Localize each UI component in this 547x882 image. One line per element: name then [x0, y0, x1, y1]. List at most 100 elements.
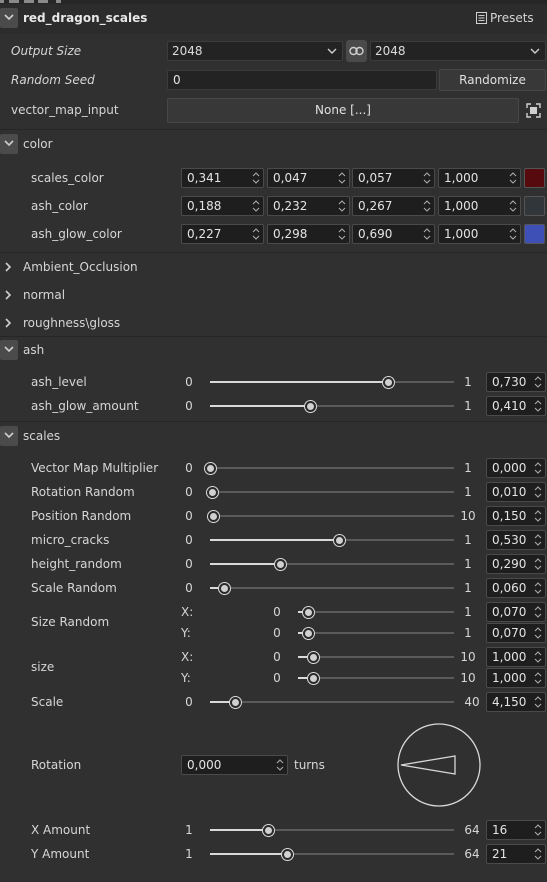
fit-view-icon[interactable] — [526, 103, 541, 118]
x-amount-value-input[interactable]: 16 — [486, 820, 546, 840]
size_random-y-slider-handle[interactable] — [303, 627, 315, 639]
color-a-input[interactable]: 1,000 — [438, 168, 521, 188]
scales-param-value-input[interactable]: 0,060 — [486, 578, 546, 598]
collapse-color-button[interactable] — [0, 134, 18, 154]
spinner-icon[interactable] — [534, 399, 542, 413]
spinner-icon[interactable] — [534, 671, 542, 685]
color-r-input[interactable]: 0,341 — [181, 168, 264, 188]
size-x-slider-track[interactable] — [298, 656, 454, 658]
rotation-input[interactable]: 0,000 — [181, 755, 288, 775]
scale-slider-handle[interactable] — [229, 696, 241, 708]
spinner-icon[interactable] — [252, 227, 260, 241]
spinner-icon[interactable] — [423, 199, 431, 213]
color-r-input[interactable]: 0,188 — [181, 196, 264, 216]
scales-param-slider-handle[interactable] — [219, 582, 231, 594]
spinner-icon[interactable] — [534, 823, 542, 837]
vector-map-input-button[interactable]: None [...] — [167, 98, 519, 123]
link-size-button[interactable] — [346, 40, 367, 62]
y-amount-value-input[interactable]: 21 — [486, 844, 546, 864]
scales-param-slider-track[interactable] — [210, 515, 454, 517]
size-x-slider-handle[interactable] — [308, 651, 320, 663]
size-x-value-input[interactable]: 1,000 — [486, 647, 546, 667]
y-amount-slider-handle[interactable] — [281, 848, 293, 860]
group-roughness-gloss[interactable]: roughness\gloss — [0, 314, 547, 334]
color-swatch[interactable] — [524, 224, 545, 244]
scales-param-slider-track[interactable] — [210, 467, 454, 469]
scales-param-slider-track[interactable] — [210, 491, 454, 493]
size_random-x-value-input[interactable]: 0,070 — [486, 602, 546, 622]
scale-slider-track[interactable] — [210, 701, 454, 703]
scales-param-slider-handle[interactable] — [333, 534, 345, 546]
x-amount-slider-handle[interactable] — [262, 824, 274, 836]
color-r-value: 0,341 — [187, 171, 222, 185]
color-g-input[interactable]: 0,047 — [267, 168, 350, 188]
scales-param-slider-handle[interactable] — [208, 510, 220, 522]
spinner-icon[interactable] — [338, 171, 346, 185]
spinner-icon[interactable] — [423, 227, 431, 241]
collapse-ash-button[interactable] — [0, 340, 18, 360]
size-y-slider-track[interactable] — [298, 677, 454, 679]
output-height-select[interactable]: 2048 — [370, 41, 546, 61]
color-swatch[interactable] — [524, 168, 545, 188]
spinner-icon[interactable] — [534, 847, 542, 861]
group-ambient-occlusion[interactable]: Ambient_Occlusion — [0, 258, 547, 278]
color-g-input[interactable]: 0,298 — [267, 224, 350, 244]
output-width-select[interactable]: 2048 — [167, 41, 343, 61]
spinner-icon[interactable] — [509, 171, 517, 185]
output-width-value: 2048 — [172, 44, 203, 58]
ash-param-slider-handle[interactable] — [304, 400, 316, 412]
color-r-input[interactable]: 0,227 — [181, 224, 264, 244]
scales-param-value-input[interactable]: 0,290 — [486, 554, 546, 574]
scales-param-value-input[interactable]: 0,150 — [486, 506, 546, 526]
spinner-icon[interactable] — [534, 533, 542, 547]
scales-param-value-input[interactable]: 0,000 — [486, 458, 546, 478]
randomize-button[interactable]: Randomize — [439, 69, 546, 91]
spinner-icon[interactable] — [338, 227, 346, 241]
scales-param-value-input[interactable]: 0,530 — [486, 530, 546, 550]
color-a-input[interactable]: 1,000 — [438, 196, 521, 216]
spinner-icon[interactable] — [534, 461, 542, 475]
random-seed-input[interactable]: 0 — [167, 70, 437, 90]
spinner-icon[interactable] — [509, 227, 517, 241]
spinner-icon[interactable] — [534, 485, 542, 499]
ash-param-value-input[interactable]: 0,730 — [486, 372, 546, 392]
color-b-input[interactable]: 0,057 — [352, 168, 435, 188]
group-normal[interactable]: normal — [0, 286, 547, 306]
spinner-icon[interactable] — [534, 695, 542, 709]
color-g-input[interactable]: 0,232 — [267, 196, 350, 216]
spinner-icon[interactable] — [534, 605, 542, 619]
color-b-input[interactable]: 0,267 — [352, 196, 435, 216]
scales-param-slider-handle[interactable] — [204, 462, 216, 474]
spinner-icon[interactable] — [534, 375, 542, 389]
color-b-input[interactable]: 0,690 — [352, 224, 435, 244]
spinner-icon[interactable] — [276, 758, 284, 772]
scale-value-input[interactable]: 4,150 — [486, 692, 546, 712]
spinner-icon[interactable] — [509, 199, 517, 213]
spinner-icon[interactable] — [338, 199, 346, 213]
collapse-scales-button[interactable] — [0, 426, 18, 446]
size-y-value-input[interactable]: 1,000 — [486, 668, 546, 688]
scales-param-slider-handle[interactable] — [206, 486, 218, 498]
size_random-x-slider-handle[interactable] — [303, 606, 315, 618]
size_random-x-slider-track[interactable] — [298, 611, 454, 613]
size-y-slider-handle[interactable] — [308, 672, 320, 684]
color-a-input[interactable]: 1,000 — [438, 224, 521, 244]
collapse-header-button[interactable] — [0, 8, 18, 28]
spinner-icon[interactable] — [252, 171, 260, 185]
spinner-icon[interactable] — [534, 650, 542, 664]
spinner-icon[interactable] — [252, 199, 260, 213]
scales-param-slider-track[interactable] — [210, 587, 454, 589]
spinner-icon[interactable] — [534, 581, 542, 595]
size_random-y-value-input[interactable]: 0,070 — [486, 623, 546, 643]
scales-param-value-input[interactable]: 0,010 — [486, 482, 546, 502]
ash-param-value-input[interactable]: 0,410 — [486, 396, 546, 416]
spinner-icon[interactable] — [534, 509, 542, 523]
spinner-icon[interactable] — [423, 171, 431, 185]
ash-param-slider-handle[interactable] — [382, 376, 394, 388]
scales-param-slider-handle[interactable] — [275, 558, 287, 570]
spinner-icon[interactable] — [534, 557, 542, 571]
color-swatch[interactable] — [524, 196, 545, 216]
size_random-y-slider-track[interactable] — [298, 632, 454, 634]
rotation-dial[interactable] — [396, 722, 482, 808]
spinner-icon[interactable] — [534, 626, 542, 640]
